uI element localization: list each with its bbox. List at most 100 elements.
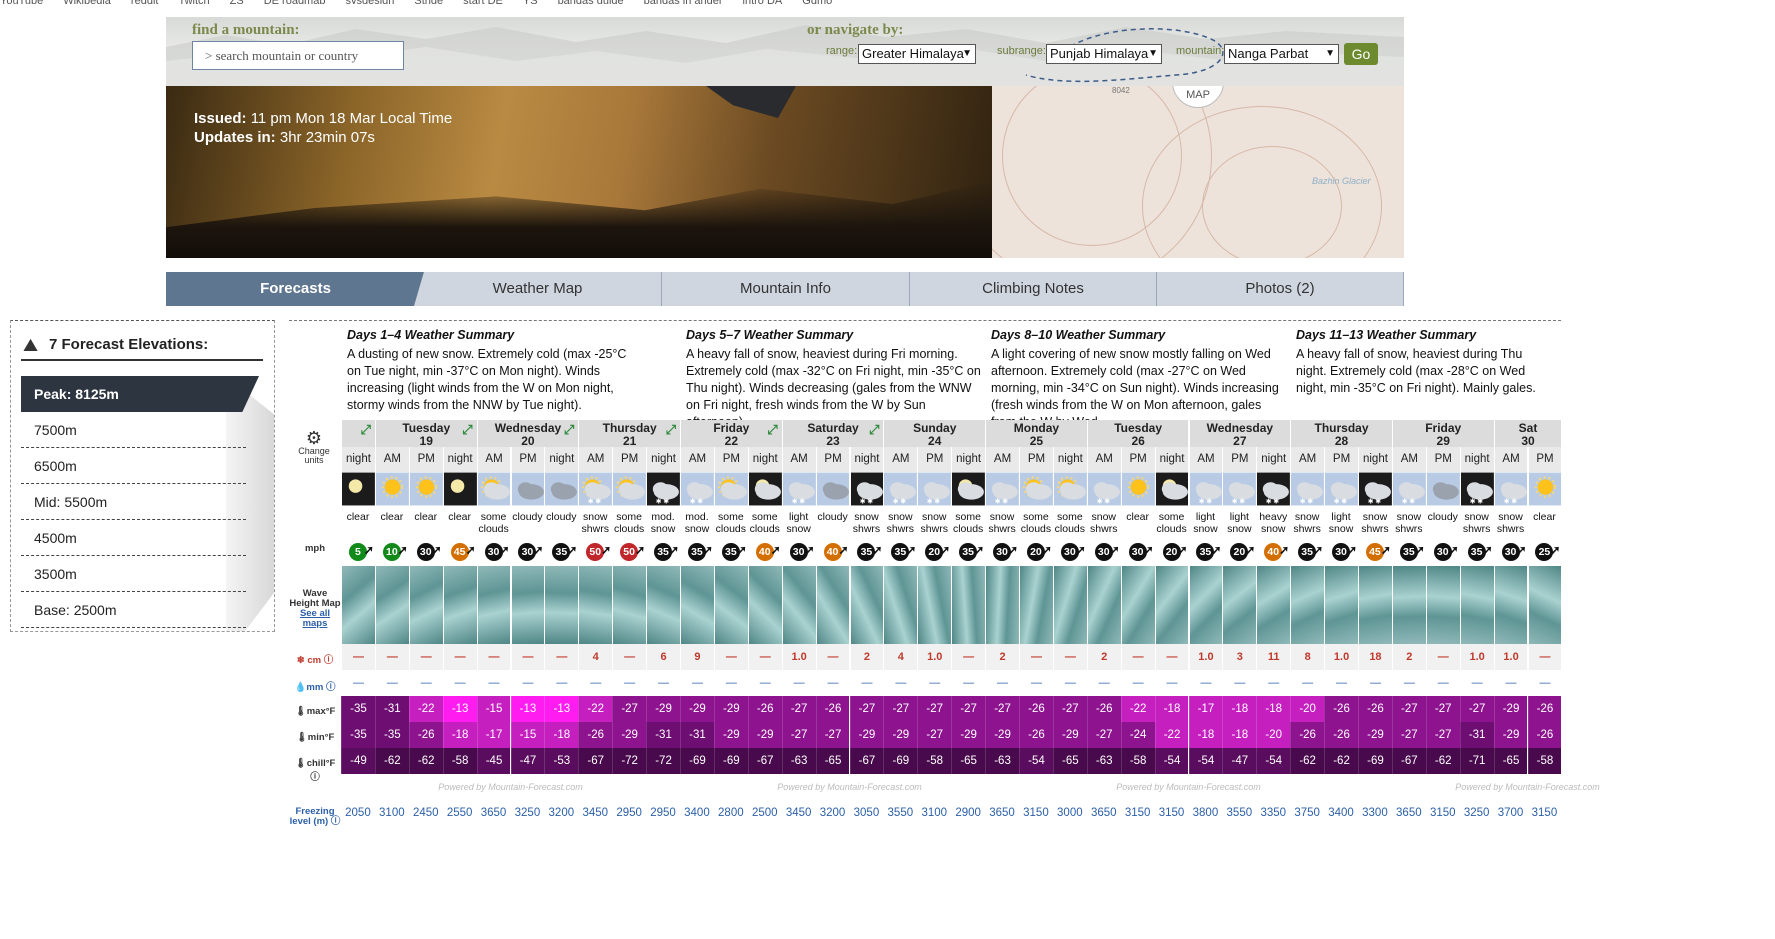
bookmark-2[interactable]: reddit [131,0,159,4]
expand-icon[interactable]: ⤢ [462,423,472,436]
wave-height-map-thumb[interactable] [1256,566,1291,644]
elevation-item-6500[interactable]: 6500m [21,448,246,484]
elevation-item-4500[interactable]: 4500m [21,520,246,556]
elevation-item-3500[interactable]: 3500m [21,556,246,592]
bookmark-3[interactable]: Twitch [178,0,209,4]
range-select[interactable]: Greater Himalaya ▼ [858,44,976,64]
see-all-maps-link[interactable]: See all maps [300,608,330,629]
bookmark-9[interactable]: YS [523,0,538,4]
wave-height-map-thumb[interactable] [781,566,816,644]
expand-icon[interactable]: ⤢ [360,423,370,436]
wave-height-map-thumb[interactable] [883,566,918,644]
tab-climbing-notes[interactable]: Climbing Notes [910,272,1157,306]
elevation-item-peak[interactable]: Peak: 8125m [21,376,259,412]
wave-height-map-thumb[interactable] [849,566,884,644]
wind-direction-icon: ➚ [1346,543,1358,557]
wave-height-map-thumb[interactable] [1290,566,1325,644]
wave-height-map-thumb[interactable] [747,566,782,644]
snow-cell: 2 [1086,644,1121,670]
wind-direction-icon: ➚ [974,543,985,557]
wave-height-map-thumb[interactable] [646,566,680,644]
wind-direction-icon: ➚ [1448,543,1459,557]
wave-height-map-thumb[interactable] [1019,566,1053,644]
freezing-level-cell: 3200 [815,800,850,826]
change-units-button[interactable]: ⚙ Change units [293,429,335,465]
tab-photos[interactable]: Photos (2) [1157,272,1404,306]
wave-height-map-thumb[interactable] [510,566,545,644]
info-icon[interactable]: ⓘ [326,682,336,693]
bookmark-11[interactable]: pandas in anger [644,0,723,4]
expand-icon[interactable]: ⤢ [564,423,574,436]
elevation-item-7500[interactable]: 7500m [21,412,246,448]
info-icon[interactable]: ⓘ [324,655,334,666]
min-temp-cell: -15 [510,722,545,748]
go-button[interactable]: Go [1344,43,1378,65]
wave-height-map-thumb[interactable] [1154,566,1189,644]
bookmark-0[interactable]: YouTube [0,0,43,4]
wave-height-map-thumb[interactable] [374,566,409,644]
tab-weather-map[interactable]: Weather Map [414,272,662,306]
topo-map[interactable]: 8042 MAP Bazhin Glacier [992,86,1404,258]
wave-height-map-thumb[interactable] [1188,566,1223,644]
bookmark-4[interactable]: ZS [230,0,244,4]
bookmark-6[interactable]: sysdesign [345,0,394,4]
wave-height-map-thumb[interactable] [917,566,952,644]
wave-height-map-thumb[interactable] [341,566,375,644]
wave-height-map-thumb[interactable] [1324,566,1358,644]
freezing-level-cell: 3350 [1256,800,1291,826]
expand-icon[interactable]: ⤢ [767,423,777,436]
chill-temp-cell: -72 [646,748,680,774]
tab-mountain-info[interactable]: Mountain Info [662,272,910,306]
info-icon[interactable]: ⓘ [310,772,320,783]
wave-height-map-thumb[interactable] [1222,566,1257,644]
period-label: night [951,447,986,472]
expand-icon[interactable]: ⤢ [666,423,676,436]
wave-height-map-thumb[interactable] [1527,566,1562,644]
mountain-select[interactable]: Nanga Parbat ▼ [1224,44,1339,64]
bookmark-7[interactable]: Stride [414,0,443,4]
period-label: PM [612,447,647,472]
rain-cell: — [476,670,511,696]
info-icon[interactable]: ⓘ [331,816,341,827]
wave-height-map-thumb[interactable] [1391,566,1426,644]
elevation-item-mid[interactable]: Mid: 5500m [21,484,246,520]
wave-height-map-thumb[interactable] [1358,566,1392,644]
wave-height-map-thumb[interactable] [1052,566,1087,644]
chill-unit: chill°F [306,758,336,769]
wave-height-map-thumb[interactable] [713,566,748,644]
wave-height-map-thumb[interactable] [1120,566,1155,644]
subrange-select[interactable]: Punjab Himalaya ▼ [1046,44,1162,64]
bookmark-8[interactable]: start DE [463,0,503,4]
bookmark-1[interactable]: Wikipedia [63,0,111,4]
weather-desc: cloudy [815,506,850,540]
wave-height-map-thumb[interactable] [680,566,714,644]
tab-forecasts[interactable]: Forecasts [166,272,426,306]
bookmark-13[interactable]: Gdmo [802,0,832,4]
sun-cloud-icon [1052,472,1087,506]
wave-height-map-thumb[interactable] [985,566,1019,644]
wave-height-map-thumb[interactable] [815,566,850,644]
expand-icon[interactable]: ⤢ [869,423,879,436]
rain-cell: — [849,670,884,696]
wind-speed-badge: 10 ➚ [382,543,408,561]
wave-height-map-thumb[interactable] [1425,566,1460,644]
wave-height-map-thumb[interactable] [476,566,511,644]
search-input[interactable]: > search mountain or country [192,41,404,70]
bookmark-10[interactable]: pandas guide [558,0,624,4]
wave-height-map-thumb[interactable] [442,566,477,644]
wave-height-map-thumb[interactable] [544,566,579,644]
cloud-icon [1425,472,1460,506]
wave-height-map-thumb[interactable] [408,566,443,644]
freezing-level-cell: 3650 [476,800,511,826]
wave-height-map-thumb[interactable] [1086,566,1121,644]
elevation-item-base[interactable]: Base: 2500m [21,592,246,628]
wave-height-map-thumb[interactable] [951,566,986,644]
bookmark-12[interactable]: intro DA [743,0,783,4]
freezing-level-cell: 3050 [849,800,884,826]
min-temp-cell: -18 [1222,722,1257,748]
bookmark-5[interactable]: DE roadmap [264,0,326,4]
wave-height-map-thumb[interactable] [1493,566,1528,644]
wave-height-map-thumb[interactable] [578,566,613,644]
wave-height-map-thumb[interactable] [1459,566,1494,644]
wave-height-map-thumb[interactable] [612,566,647,644]
